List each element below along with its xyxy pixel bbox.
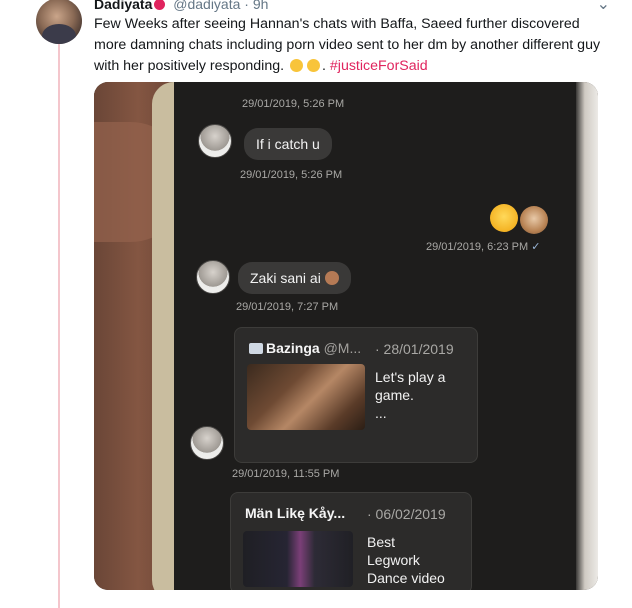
timestamp: 29/01/2019, 7:27 PM [236, 301, 339, 313]
separator-dot: · [244, 0, 249, 12]
card-text-line: Legwork [367, 552, 420, 568]
camera-icon [249, 343, 263, 354]
card-title: Bazinga @M... [249, 340, 361, 356]
card-video-thumbnail [247, 364, 365, 430]
person-emoji-icon [324, 271, 339, 285]
timestamp: 29/01/2019, 5:26 PM [242, 98, 345, 110]
card-name: Bazinga [266, 340, 320, 356]
hashtag-link[interactable]: #justiceForSaid [330, 58, 428, 74]
shared-tweet-card: Män Likę Kåy... · 06/02/2019 Best Legwor… [230, 492, 472, 590]
card-handle: @M... [323, 340, 362, 356]
tweet-timestamp[interactable]: 9h [253, 0, 269, 12]
card-text-line: Best [367, 534, 396, 550]
shared-tweet-card: Bazinga @M... · 28/01/2019 Let's play a … [234, 327, 478, 463]
tweet-header: Dadiyata @dadiyata · 9h [94, 0, 268, 14]
card-text: Best Legwork Dance video [367, 533, 463, 587]
message-bubble: If i catch u [244, 128, 332, 160]
card-name: Män Likę Kåy... [245, 505, 346, 521]
thread-connector-line [58, 44, 60, 608]
chat-screenshot: 29/01/2019, 5:26 PM If i catch u 29/01/2… [94, 82, 598, 590]
contact-avatar [198, 124, 232, 158]
contact-avatar [196, 260, 230, 294]
timestamp-text: 29/01/2019, 6:23 PM [426, 241, 529, 253]
display-name[interactable]: Dadiyata [94, 0, 152, 12]
read-check-icon: ✓ [531, 241, 541, 253]
user-avatar[interactable] [36, 0, 82, 44]
card-text-line: game. [375, 387, 414, 403]
card-text-line: Dance video [367, 570, 445, 586]
timestamp: 29/01/2019, 11:55 PM [232, 468, 340, 480]
red-circle-icon [154, 0, 166, 10]
card-video-thumbnail [243, 531, 353, 587]
chevron-down-icon[interactable]: ⌄ [597, 0, 610, 14]
timestamp: 29/01/2019, 6:23 PM ✓ [426, 240, 540, 253]
contact-avatar [190, 426, 224, 460]
emoji-icon [307, 59, 321, 72]
message-text: Zaki sani ai [250, 270, 321, 286]
card-date: · 28/01/2019 [375, 341, 454, 357]
laughing-emoji-icon [490, 204, 518, 232]
card-text-line: ... [375, 405, 387, 421]
tweet-text: Few Weeks after seeing Hannan's chats wi… [94, 16, 601, 74]
card-date: · 06/02/2019 [367, 506, 446, 522]
card-text-line: Let's play a [375, 369, 446, 385]
message-bubble: Zaki sani ai [238, 262, 351, 294]
user-handle[interactable]: @dadiyata [173, 0, 240, 12]
tweet-photo[interactable]: 29/01/2019, 5:26 PM If i catch u 29/01/2… [94, 82, 598, 590]
monkey-emoji-icon [520, 206, 548, 234]
emoji-icon [290, 59, 304, 72]
timestamp: 29/01/2019, 5:26 PM [240, 169, 343, 181]
card-text: Let's play a game. ... [375, 368, 470, 422]
